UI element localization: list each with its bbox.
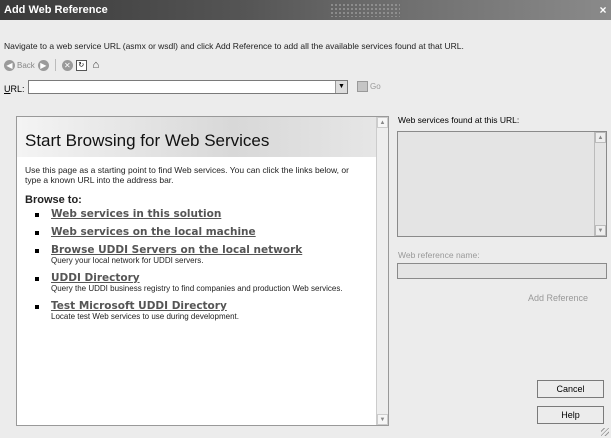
link-solution-services[interactable]: Web services in this solution [51,208,221,220]
go-button[interactable]: Go [357,81,381,92]
link-local-machine-services[interactable]: Web services on the local machine [51,226,256,238]
close-icon[interactable]: × [598,0,608,20]
title-bar-texture [330,3,400,17]
web-reference-name-label: Web reference name: [398,250,480,260]
resize-grip-icon[interactable] [601,428,609,436]
browser-scrollbar[interactable]: ▲ ▼ [376,117,388,425]
browser-pane[interactable]: Start Browsing for Web Services Use this… [16,116,389,426]
list-item: Test Microsoft UDDI Directory Locate test… [31,300,371,322]
services-found-label: Web services found at this URL: [398,115,520,125]
help-button[interactable]: Help [537,406,604,424]
url-input[interactable] [29,81,329,93]
cancel-button[interactable]: Cancel [537,380,604,398]
browser-heading: Start Browsing for Web Services [25,131,270,150]
go-icon [357,81,368,92]
back-button[interactable]: ◀ Back [4,59,35,71]
refresh-icon[interactable]: ↻ [75,59,87,71]
home-icon[interactable]: ⌂ [90,59,102,71]
instructions-text: Navigate to a web service URL (asmx or w… [4,41,464,51]
window-title: Add Web Reference [4,4,108,16]
add-reference-button[interactable]: Add Reference [510,289,606,307]
url-label: URL: [4,84,25,94]
link-description: Locate test Web services to use during d… [51,312,239,321]
stop-icon[interactable]: ✕ [61,59,73,71]
link-uddi-directory[interactable]: UDDI Directory [51,272,140,284]
list-item: Web services in this solution [31,208,371,220]
list-item: Browse UDDI Servers on the local network… [31,244,371,266]
link-description: Query your local network for UDDI server… [51,256,204,265]
scroll-down-icon[interactable]: ▼ [595,225,606,236]
list-item: UDDI Directory Query the UDDI business re… [31,272,371,294]
url-combobox[interactable]: ▼ [28,80,348,94]
scroll-down-icon[interactable]: ▼ [377,414,388,425]
scroll-up-icon[interactable]: ▲ [595,132,606,143]
toolbar-separator [54,59,56,71]
browse-links-list: Web services in this solution Web servic… [31,208,371,328]
services-found-list[interactable]: ▲ ▼ [397,131,607,237]
list-item: Web services on the local machine [31,226,371,238]
browser-intro: Use this page as a starting point to fin… [25,165,349,185]
dropdown-icon[interactable]: ▼ [335,81,347,93]
go-label: Go [370,82,381,91]
services-scrollbar[interactable]: ▲ ▼ [594,132,606,236]
web-reference-name-field[interactable] [397,263,607,279]
back-label: Back [17,60,35,70]
title-bar[interactable]: Add Web Reference × [0,0,611,20]
forward-icon[interactable]: ▶ [37,59,49,71]
browser-banner: Start Browsing for Web Services [17,117,377,157]
link-description: Query the UDDI business registry to find… [51,284,343,293]
back-icon: ◀ [4,59,15,71]
link-test-uddi-directory[interactable]: Test Microsoft UDDI Directory [51,300,227,312]
nav-toolbar: ◀ Back ▶ ✕ ↻ ⌂ [4,56,102,74]
browse-to-heading: Browse to: [25,194,82,206]
scroll-up-icon[interactable]: ▲ [377,117,388,128]
link-browse-uddi-local[interactable]: Browse UDDI Servers on the local network [51,244,302,256]
